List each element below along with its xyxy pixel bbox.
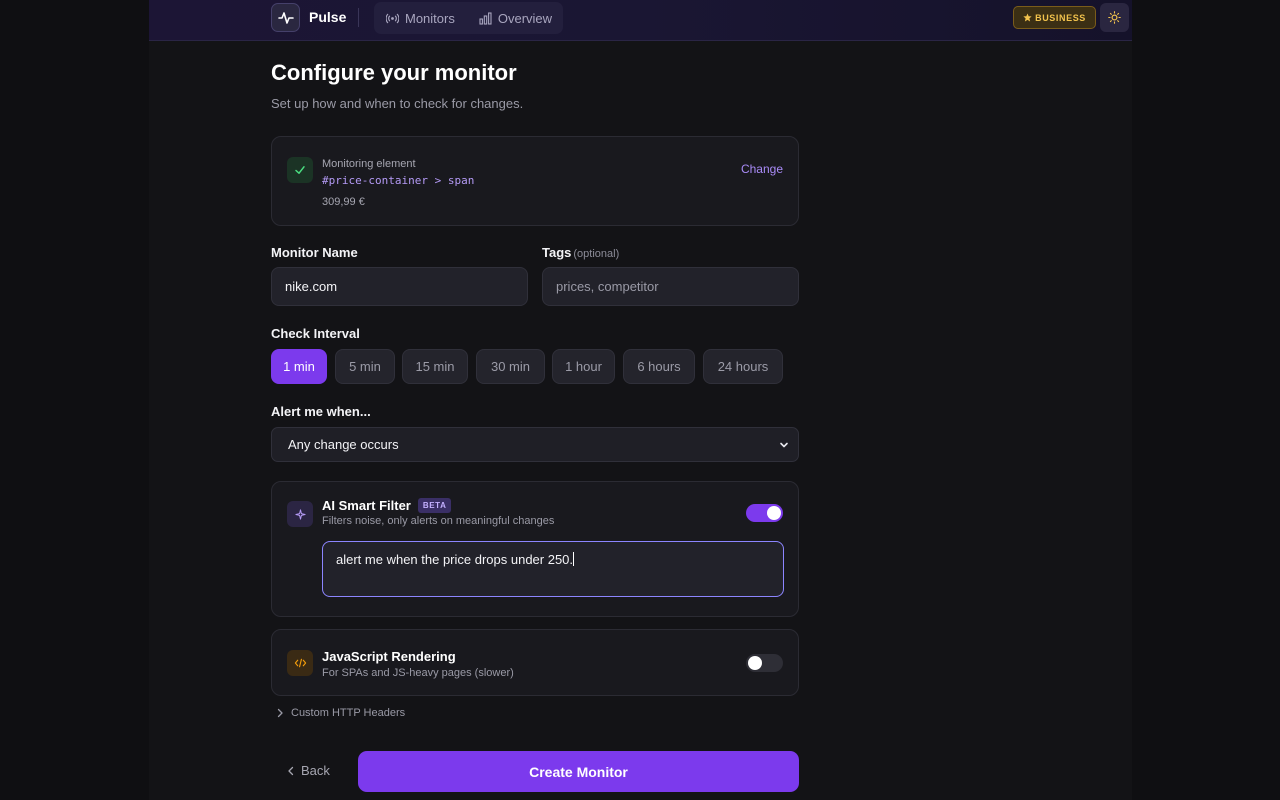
top-bar: Pulse Monitors Overview BUSINESS [149, 0, 1132, 41]
code-icon [294, 658, 306, 668]
interval-option-24-hours[interactable]: 24 hours [703, 349, 783, 384]
tags-label-text: Tags [542, 245, 572, 260]
change-element-link[interactable]: Change [741, 162, 783, 176]
star-icon [1023, 13, 1032, 22]
interval-option-6-hours[interactable]: 6 hours [623, 349, 695, 384]
logo[interactable] [271, 3, 300, 32]
chevron-left-icon [288, 766, 294, 775]
chevron-right-icon [277, 708, 283, 718]
create-monitor-button[interactable]: Create Monitor [358, 751, 799, 792]
chevron-down-icon [780, 442, 788, 448]
tags-optional-hint: (optional) [573, 248, 620, 260]
ai-smart-filter-card: AI Smart Filter BETA Filters noise, only… [271, 481, 799, 617]
interval-option-1-hour[interactable]: 1 hour [552, 349, 615, 384]
tags-input[interactable]: prices, competitor [542, 267, 799, 306]
monitoring-element-card: Monitoring element #price-container > sp… [271, 136, 799, 226]
alert-condition-value: Any change occurs [288, 437, 399, 452]
brand-name: Pulse [309, 9, 347, 25]
beta-badge: BETA [417, 498, 452, 513]
custom-http-headers-expander[interactable]: Custom HTTP Headers [276, 707, 405, 719]
ai-filter-prompt-input[interactable]: alert me when the price drops under 250. [322, 541, 784, 597]
toggle-knob [767, 506, 781, 520]
alert-condition-select[interactable]: Any change occurs [271, 427, 799, 462]
ai-filter-prompt-text: alert me when the price drops under 250. [336, 552, 574, 567]
js-rendering-toggle[interactable] [746, 654, 783, 672]
ai-filter-title-text: AI Smart Filter [322, 498, 411, 513]
interval-option-30-min[interactable]: 30 min [476, 349, 545, 384]
element-status [287, 157, 313, 183]
ai-filter-icon-box [287, 501, 313, 527]
element-selector: #price-container > span [322, 174, 475, 187]
js-rendering-description: For SPAs and JS-heavy pages (slower) [322, 667, 514, 679]
sparkle-icon [294, 508, 306, 520]
monitor-name-input[interactable]: nike.com [271, 267, 528, 306]
toggle-knob [748, 656, 762, 670]
monitor-name-label: Monitor Name [271, 245, 358, 260]
check-icon [295, 166, 305, 174]
js-rendering-title: JavaScript Rendering [322, 649, 456, 664]
pulse-icon [277, 11, 294, 24]
broadcast-icon [386, 13, 399, 23]
nav-item-monitors[interactable]: Monitors [374, 2, 467, 34]
back-label: Back [301, 763, 330, 778]
theme-toggle-button[interactable] [1100, 3, 1129, 32]
custom-http-headers-label: Custom HTTP Headers [291, 707, 406, 719]
bar-chart-icon [479, 11, 492, 25]
javascript-rendering-card: JavaScript Rendering For SPAs and JS-hea… [271, 629, 799, 696]
plan-badge[interactable]: BUSINESS [1013, 6, 1096, 29]
ai-filter-toggle[interactable] [746, 504, 783, 522]
text-caret [573, 552, 575, 566]
divider [358, 8, 359, 27]
nav-label: Overview [497, 10, 553, 26]
element-value: 309,99 € [322, 196, 365, 208]
ai-filter-title: AI Smart Filter BETA [322, 498, 452, 513]
element-label: Monitoring element [322, 158, 416, 170]
main-nav: Monitors Overview [374, 2, 563, 34]
interval-option-1-min[interactable]: 1 min [271, 349, 327, 384]
page-title: Configure your monitor [271, 60, 517, 85]
js-rendering-icon-box [287, 650, 313, 676]
tags-label: Tags (optional) [542, 245, 619, 260]
page-subtitle: Set up how and when to check for changes… [271, 96, 524, 111]
alert-condition-label: Alert me when... [271, 404, 371, 419]
interval-option-5-min[interactable]: 5 min [335, 349, 395, 384]
sun-icon [1108, 11, 1121, 24]
check-interval-label: Check Interval [271, 326, 360, 341]
nav-item-overview[interactable]: Overview [467, 2, 564, 34]
ai-filter-description: Filters noise, only alerts on meaningful… [322, 515, 555, 527]
nav-label: Monitors [405, 10, 455, 26]
back-button[interactable]: Back [287, 763, 330, 778]
interval-option-15-min[interactable]: 15 min [402, 349, 468, 384]
plan-badge-label: BUSINESS [1035, 12, 1086, 23]
